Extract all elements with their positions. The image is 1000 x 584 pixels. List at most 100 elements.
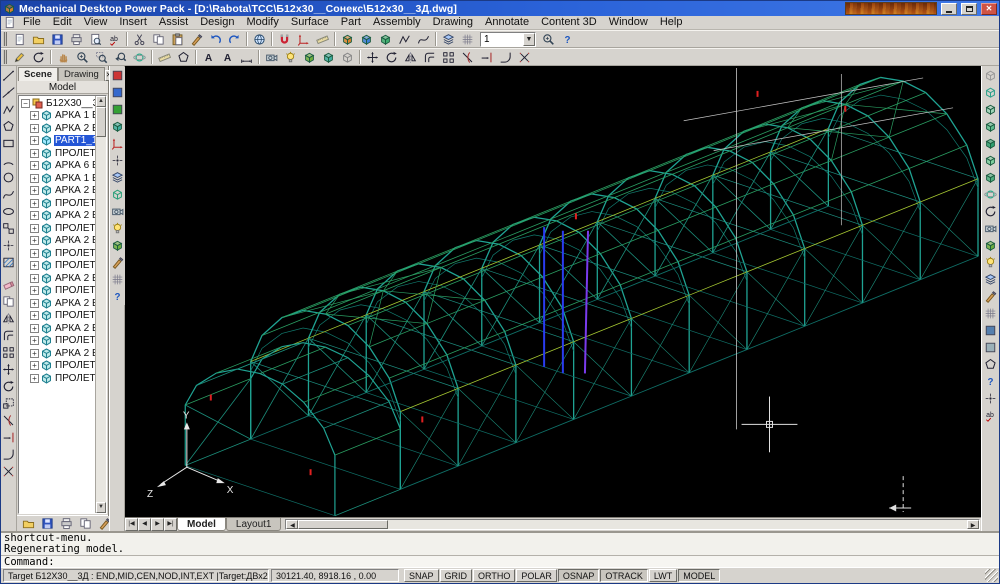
3d-orbit-button[interactable]: [130, 49, 149, 65]
spline-button[interactable]: [1, 186, 16, 203]
explode-2-button[interactable]: [1, 463, 16, 480]
expand-icon[interactable]: +: [30, 324, 39, 333]
copy-object-button[interactable]: [1, 293, 16, 310]
arc-button[interactable]: [1, 152, 16, 169]
toggle-polar[interactable]: POLAR: [516, 569, 557, 582]
point-button[interactable]: [1, 237, 16, 254]
insert-hyperlink-button[interactable]: [250, 31, 269, 47]
hide-button[interactable]: [338, 49, 357, 65]
scroll-left-icon[interactable]: ◀: [286, 520, 298, 529]
multiline-text-button[interactable]: A: [218, 49, 237, 65]
tree-item-арка-2-б1230-9[interactable]: +АРКА 2 Б1230_9: [19, 347, 95, 360]
tree-item-пролет-6[interactable]: +ПРОЛЕТ_6: [19, 285, 95, 298]
background-button[interactable]: [110, 271, 125, 288]
paste-button[interactable]: [168, 31, 187, 47]
render-background-button[interactable]: [983, 322, 998, 339]
tree-item-арка-2-б1230-1[interactable]: +АРКА 2 Б1230_1: [19, 122, 95, 135]
plan-view-button[interactable]: [983, 390, 998, 407]
new-button[interactable]: [10, 31, 29, 47]
tree-item-арка-2-б1230-3[interactable]: +АРКА 2 Б1230_3: [19, 210, 95, 223]
tree-item-арка-2-б1230-2[interactable]: +АРКА 2 Б1230_2: [19, 185, 95, 198]
sketch-view-button[interactable]: [110, 84, 125, 101]
menu-window[interactable]: Window: [603, 16, 654, 29]
move-button[interactable]: [363, 49, 382, 65]
menu-design[interactable]: Design: [194, 16, 240, 29]
part-update-button[interactable]: [110, 67, 125, 84]
browser-print-button[interactable]: [57, 516, 76, 532]
redraw-button[interactable]: [10, 49, 29, 65]
mapping-button[interactable]: [983, 305, 998, 322]
tree-item-б12х30-3д[interactable]: −Б12Х30__3Д: [19, 97, 95, 110]
tree-item-арка-2-б1230-7[interactable]: +АРКА 2 Б1230_7: [19, 297, 95, 310]
expand-icon[interactable]: +: [30, 349, 39, 358]
tree-item-арка-1-б1230-2[interactable]: +АРКА 1 Б1230_2: [19, 172, 95, 185]
trim-button[interactable]: [458, 49, 477, 65]
expand-icon[interactable]: +: [30, 186, 39, 195]
menu-content-3d[interactable]: Content 3D: [535, 16, 603, 29]
landscape-button[interactable]: [983, 356, 998, 373]
scroll-down-icon[interactable]: ▼: [96, 502, 106, 513]
browser-save-button[interactable]: [38, 516, 57, 532]
tab-next-button[interactable]: ▶: [151, 518, 164, 531]
expand-icon[interactable]: +: [30, 236, 39, 245]
undo-button[interactable]: [206, 31, 225, 47]
menu-part[interactable]: Part: [335, 16, 367, 29]
expand-icon[interactable]: +: [30, 361, 39, 370]
resize-grip[interactable]: [985, 569, 998, 582]
layout-tab-layout1[interactable]: Layout1: [226, 518, 282, 531]
lights-button[interactable]: [281, 49, 300, 65]
expand-icon[interactable]: +: [30, 311, 39, 320]
browser-tab-scene[interactable]: Scene: [18, 67, 58, 81]
expand-icon[interactable]: +: [30, 274, 39, 283]
continuous-orbit-button[interactable]: [983, 203, 998, 220]
sketch-button[interactable]: [395, 31, 414, 47]
mirror-2-button[interactable]: [1, 310, 16, 327]
expand-icon[interactable]: +: [30, 286, 39, 295]
materials-button[interactable]: [110, 254, 125, 271]
new-part-tool-button[interactable]: [110, 118, 125, 135]
menu-annotate[interactable]: Annotate: [479, 16, 535, 29]
expand-icon[interactable]: +: [30, 124, 39, 133]
expand-icon[interactable]: +: [30, 261, 39, 270]
browser-folder-button[interactable]: [19, 516, 38, 532]
tab-previous-button[interactable]: ◀: [138, 518, 151, 531]
menu-help[interactable]: Help: [654, 16, 689, 29]
ucs-button[interactable]: [294, 31, 313, 47]
render-button[interactable]: [300, 49, 319, 65]
tree-item-пролет-7[interactable]: +ПРОЛЕТ_7: [19, 310, 95, 323]
tree-item-пролет-2[interactable]: +ПРОЛЕТ_2: [19, 197, 95, 210]
hatch-button[interactable]: [1, 254, 16, 271]
expand-icon[interactable]: +: [30, 136, 39, 145]
tree-item-пролет-1[interactable]: +ПРОЛЕТ_1: [19, 147, 95, 160]
3d-views-button[interactable]: [110, 186, 125, 203]
3d-wireframe-button[interactable]: [983, 84, 998, 101]
toolbar-combo[interactable]: 1▼: [480, 32, 536, 47]
single-line-text-button[interactable]: A: [199, 49, 218, 65]
camera-view-button[interactable]: [983, 220, 998, 237]
collapse-icon[interactable]: −: [21, 99, 30, 108]
save-button[interactable]: [48, 31, 67, 47]
expand-icon[interactable]: +: [30, 374, 39, 383]
scrollbar-thumb[interactable]: [298, 520, 388, 529]
trim-2-button[interactable]: [1, 412, 16, 429]
mirror-button[interactable]: [401, 49, 420, 65]
render-scene-button[interactable]: [983, 237, 998, 254]
expand-icon[interactable]: +: [30, 161, 39, 170]
inquiry-button[interactable]: [313, 31, 332, 47]
explode-button[interactable]: [515, 49, 534, 65]
cut-button[interactable]: [130, 31, 149, 47]
layer-grid-button[interactable]: [458, 31, 477, 47]
browser-scrollbar[interactable]: ▲ ▼: [95, 96, 106, 513]
expand-icon[interactable]: +: [30, 299, 39, 308]
toolbar-handle[interactable]: [3, 50, 7, 64]
fillet-2-button[interactable]: [1, 446, 16, 463]
tree-item-пролет-10[interactable]: +ПРОЛЕТ_10: [19, 372, 95, 385]
horizontal-scrollbar[interactable]: ◀ ▶: [285, 519, 980, 530]
menu-view[interactable]: View: [78, 16, 114, 29]
toolbar-handle[interactable]: [3, 32, 7, 46]
regen-button[interactable]: [29, 49, 48, 65]
fog-button[interactable]: [983, 339, 998, 356]
scene-materials-button[interactable]: [983, 288, 998, 305]
extend-2-button[interactable]: [1, 429, 16, 446]
rotate-2-button[interactable]: [1, 378, 16, 395]
